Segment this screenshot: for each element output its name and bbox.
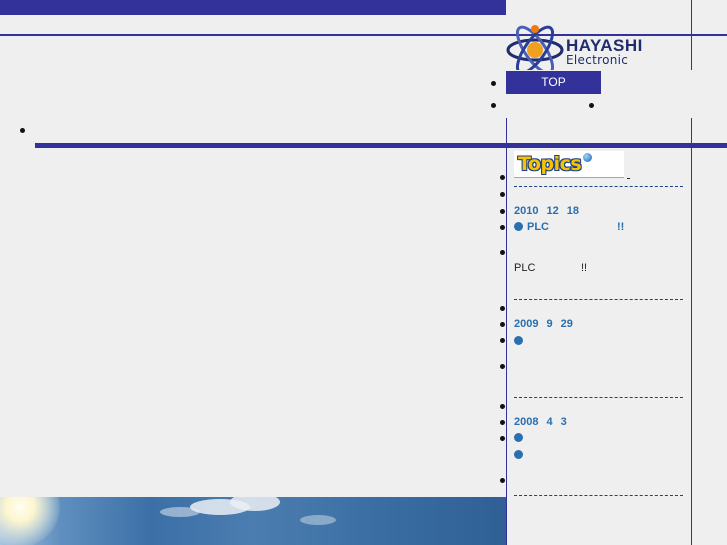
nav-bullet [589, 103, 594, 108]
sky-banner-image [0, 497, 506, 545]
list-bullet [500, 306, 505, 311]
news-dot-icon [514, 336, 523, 345]
list-bullet [500, 436, 505, 441]
list-bullet [500, 404, 505, 409]
cloud [160, 507, 200, 517]
topics-title: Topics [518, 153, 582, 175]
sidebar-rule [506, 118, 507, 545]
date-month: 4 [546, 416, 553, 428]
list-bullet [500, 175, 505, 180]
date-day: 3 [560, 416, 567, 428]
list-bullet [500, 250, 505, 255]
company-logo[interactable]: HAYASHI Electronic [506, 22, 686, 75]
topic-date: 2008 4 3 [514, 416, 575, 428]
date-month: 9 [546, 318, 553, 330]
topic-headline-link[interactable] [514, 335, 527, 347]
list-bullet [500, 338, 505, 343]
list-bullet [500, 322, 505, 327]
list-bullet [500, 420, 505, 425]
content-header-bar [35, 143, 727, 148]
date-month: 12 [546, 205, 559, 217]
sun-glow [0, 497, 60, 545]
cloud [300, 515, 336, 525]
topic-body: PLC !! [514, 262, 634, 274]
header-bar [0, 0, 506, 15]
list-bullet [500, 209, 505, 214]
nav-top-button[interactable]: TOP [506, 71, 601, 94]
topic-headline-link[interactable] [514, 432, 527, 444]
list-bullet [500, 225, 505, 230]
topic-date: 2010 12 18 [514, 205, 587, 217]
list-bullet [500, 192, 505, 197]
news-dot-icon [514, 433, 523, 442]
topics-badge: Topics [514, 151, 624, 178]
date-day: 29 [560, 318, 573, 330]
news-dot-icon [514, 222, 523, 231]
list-bullet [500, 478, 505, 483]
atom-logo-icon [506, 25, 564, 75]
date-year: 2008 [514, 416, 539, 428]
logo-subtitle: Electronic [566, 53, 629, 67]
topic-divider [514, 186, 683, 187]
nav-bullet [491, 81, 496, 86]
badge-underscore [627, 178, 630, 179]
news-dot-icon [514, 450, 523, 459]
topic-divider [514, 299, 683, 300]
topic-date: 2009 9 29 [514, 318, 581, 330]
date-year: 2010 [514, 205, 539, 217]
sphere-icon [583, 153, 592, 162]
nav-bullet [491, 103, 496, 108]
headline-suffix: !! [617, 221, 625, 233]
topic-divider [514, 495, 683, 496]
body-suffix: !! [581, 262, 588, 274]
nav-bullet [20, 128, 25, 133]
headline-text: PLC [527, 221, 549, 233]
date-day: 18 [566, 205, 579, 217]
topic-headline-link[interactable] [514, 449, 527, 461]
date-year: 2009 [514, 318, 539, 330]
topic-divider [514, 397, 683, 398]
right-rule-lower [691, 118, 692, 545]
topic-headline-link[interactable]: PLC !! [514, 221, 634, 233]
right-rule-upper [691, 0, 692, 70]
body-text: PLC [514, 262, 536, 274]
list-bullet [500, 364, 505, 369]
